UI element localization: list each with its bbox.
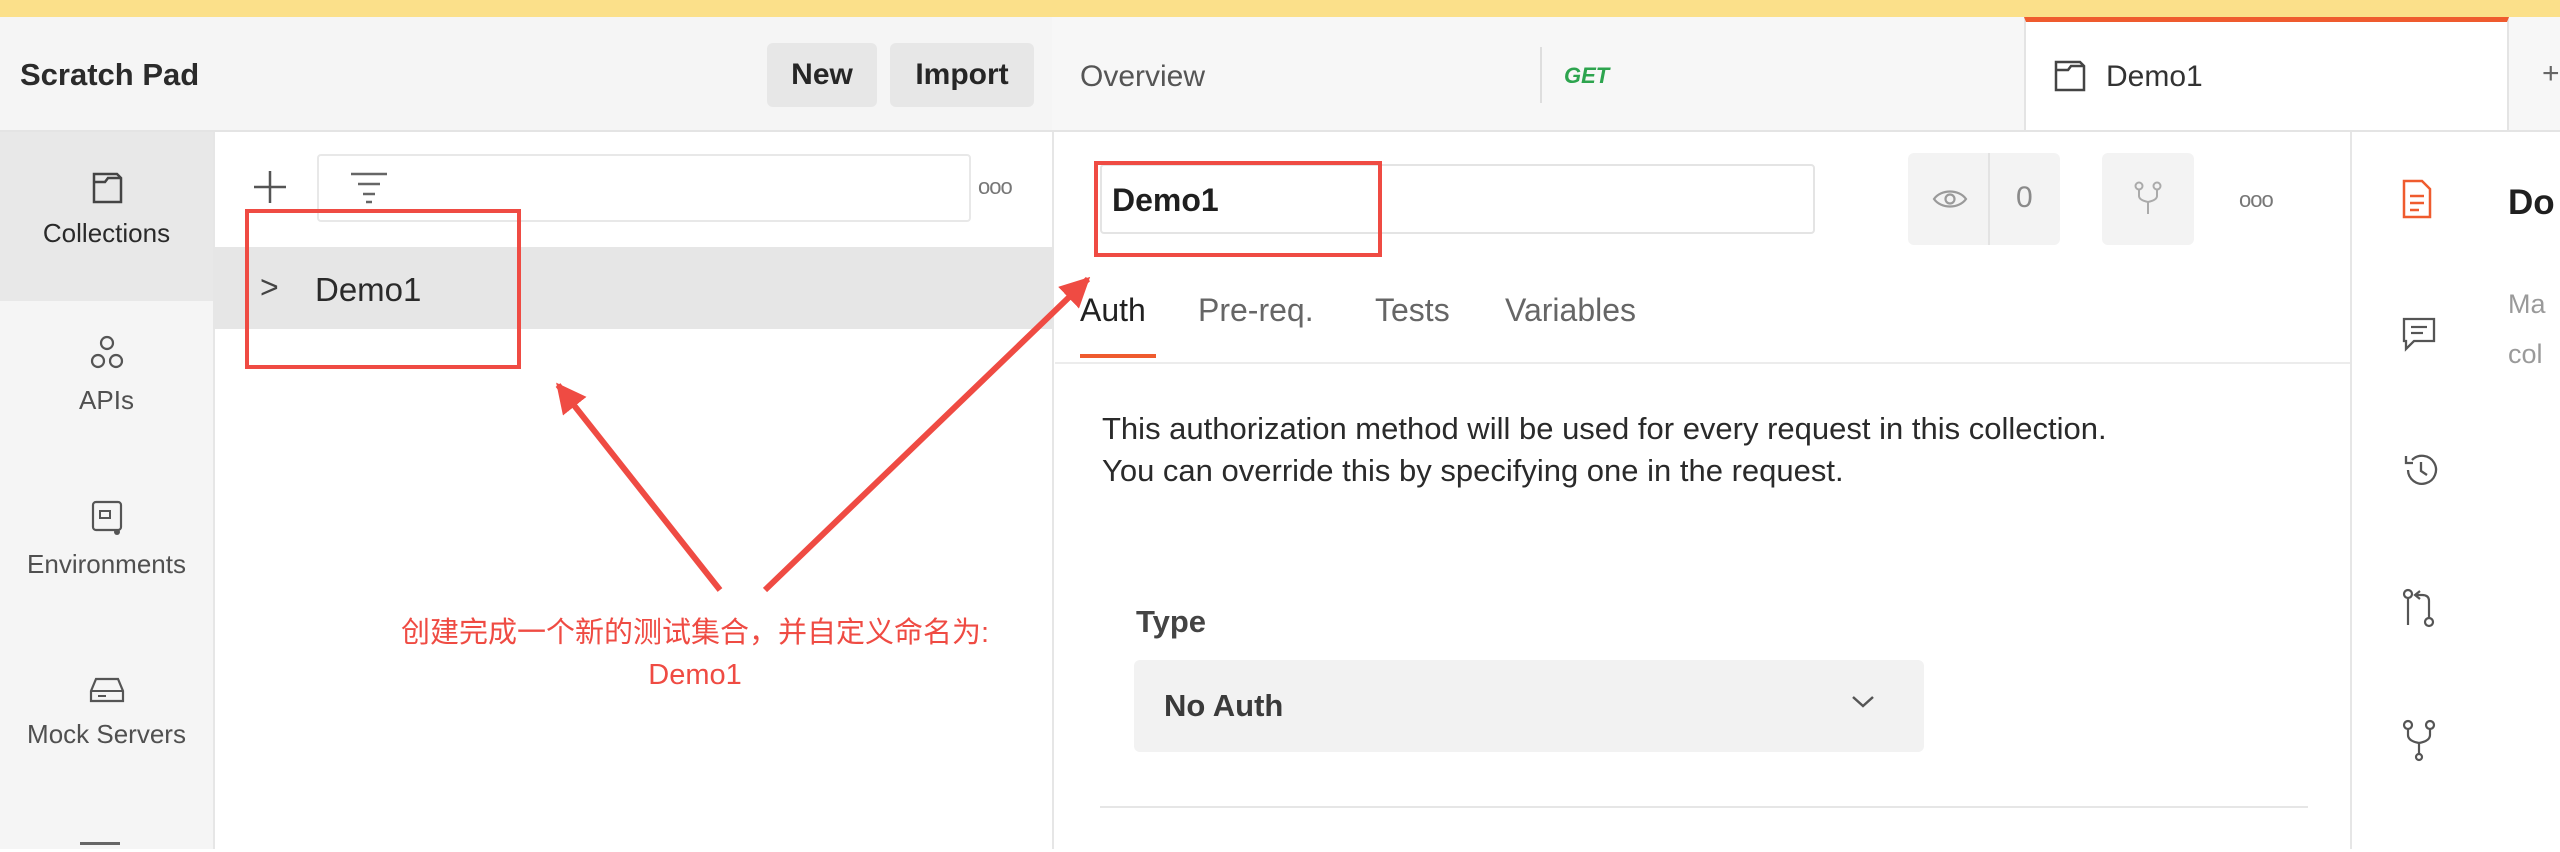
annotation-arrows (555, 276, 1091, 593)
annotation-arrow-to-name-input (762, 276, 1091, 593)
annotation-text-line: 创建完成一个新的测试集合，并自定义命名为: (400, 617, 990, 649)
annotation-text-line: Demo1 (648, 659, 742, 691)
annotation-text: 创建完成一个新的测试集合，并自定义命名为: Demo1 (330, 612, 1060, 696)
annotation-arrow-to-collection (555, 382, 723, 592)
